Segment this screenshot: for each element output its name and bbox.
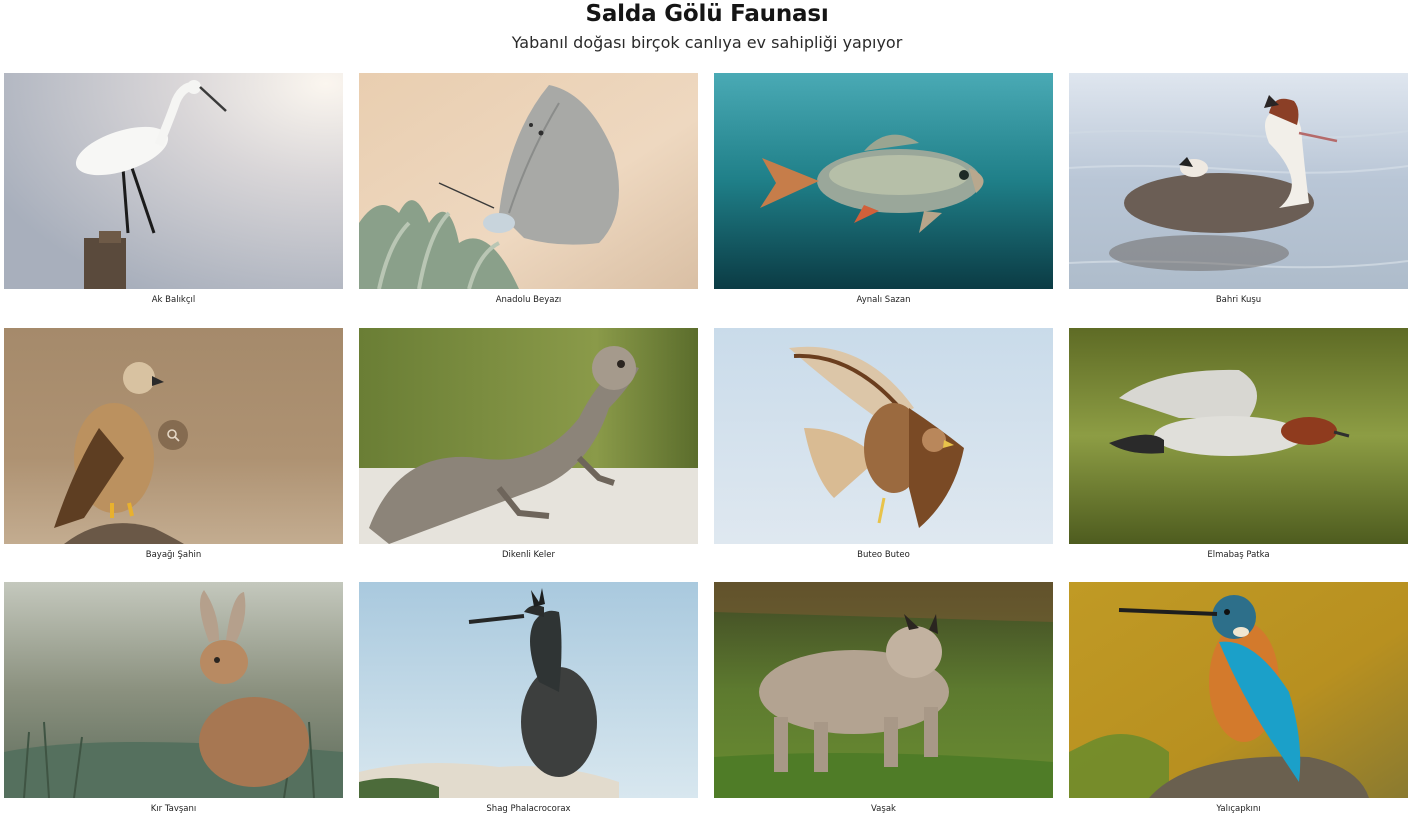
- gallery-item: Bayağı Şahin: [4, 328, 343, 582]
- lynx-photo-icon: [714, 582, 1053, 798]
- gallery-caption: Aynalı Sazan: [856, 295, 911, 305]
- gallery-caption: Shag Phalacrocorax: [486, 804, 571, 814]
- gallery-photo-carp[interactable]: [714, 73, 1053, 289]
- gallery-photo-egret[interactable]: [4, 73, 343, 289]
- zoom-button[interactable]: [158, 420, 188, 450]
- gallery-caption: Bahri Kuşu: [1215, 295, 1262, 305]
- gallery-item: Elmabaş Patka: [1069, 328, 1408, 582]
- egret-photo-icon: [4, 73, 343, 289]
- gallery-photo-hawk[interactable]: [714, 328, 1053, 544]
- gallery-item: Aynalı Sazan: [714, 73, 1053, 328]
- gallery-item: Bahri Kuşu: [1069, 73, 1408, 328]
- hare-photo-icon: [4, 582, 343, 798]
- grebe-photo-icon: [1069, 73, 1408, 289]
- gallery-caption: Ak Balıkçıl: [151, 295, 196, 305]
- gallery-caption: Buteo Buteo: [857, 550, 910, 560]
- gallery-photo-kingfisher[interactable]: [1069, 582, 1408, 798]
- shag-photo-icon: [359, 582, 698, 798]
- butterfly-photo-icon: [359, 73, 698, 289]
- page-subtitle: Yabanıl doğası birçok canlıya ev sahipli…: [511, 33, 903, 52]
- gallery-item: Anadolu Beyazı: [359, 73, 698, 328]
- gallery-item: Ak Balıkçıl: [4, 73, 343, 328]
- gallery-caption: Elmabaş Patka: [1207, 550, 1270, 560]
- search-icon: [167, 429, 180, 442]
- gallery-caption: Anadolu Beyazı: [495, 295, 562, 305]
- hawk-photo-icon: [714, 328, 1053, 544]
- kingfisher-photo-icon: [1069, 582, 1408, 798]
- lizard-photo-icon: [359, 328, 698, 544]
- carp-photo-icon: [714, 73, 1053, 289]
- page-title: Salda Gölü Faunası: [585, 1, 829, 27]
- gallery-photo-shag[interactable]: [359, 582, 698, 798]
- gallery-photo-pochard[interactable]: [1069, 328, 1408, 544]
- gallery-item: Kır Tavşanı: [4, 582, 343, 817]
- gallery-caption: Vaşak: [871, 804, 896, 814]
- gallery-item: Shag Phalacrocorax: [359, 582, 698, 817]
- gallery-photo-butterfly[interactable]: [359, 73, 698, 289]
- gallery-photo-hare[interactable]: [4, 582, 343, 798]
- gallery-item: Buteo Buteo: [714, 328, 1053, 582]
- gallery-photo-grebe[interactable]: [1069, 73, 1408, 289]
- gallery-caption: Bayağı Şahin: [145, 550, 202, 560]
- gallery-photo-lizard[interactable]: [359, 328, 698, 544]
- fauna-gallery: Ak Balıkçıl Anadolu Beyazı Aynalı Sazan …: [4, 73, 1408, 817]
- gallery-item: Yalıçapkını: [1069, 582, 1408, 817]
- gallery-item: Vaşak: [714, 582, 1053, 817]
- gallery-photo-lynx[interactable]: [714, 582, 1053, 798]
- gallery-caption: Yalıçapkını: [1216, 804, 1261, 814]
- gallery-caption: Kır Tavşanı: [150, 804, 197, 814]
- gallery-item: Dikenli Keler: [359, 328, 698, 582]
- pochard-photo-icon: [1069, 328, 1408, 544]
- gallery-caption: Dikenli Keler: [501, 550, 556, 560]
